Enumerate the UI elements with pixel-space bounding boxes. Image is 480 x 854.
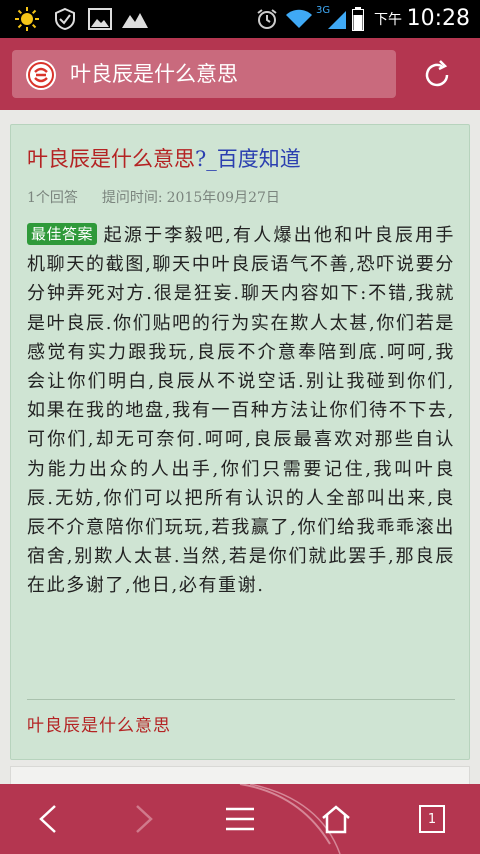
result-title[interactable]: 叶良辰是什么意思?_百度知道 — [27, 145, 301, 173]
result-card[interactable]: 叶良辰是什么意思?_百度知道 1个回答 提问时间: 2015年09月27日 最佳答案… — [10, 124, 470, 760]
tab-count: 1 — [419, 805, 445, 833]
shield-check-icon — [50, 0, 80, 38]
time-period: 下午 — [374, 12, 402, 28]
result-meta: 1个回答 提问时间: 2015年09月27日 — [27, 187, 280, 207]
tabs-icon[interactable]: 1 — [410, 784, 454, 854]
battery-icon — [350, 0, 366, 38]
signal-icon — [326, 0, 348, 38]
result-title-main: 叶良辰是什么意思 — [27, 147, 195, 171]
related-link[interactable]: 叶良辰是什么意思 — [27, 711, 171, 736]
answer-body: 最佳答案 起源于李毅吧,有人爆出他和叶良辰用手机聊天的截图,聊天中叶良辰语气不善,… — [27, 221, 455, 601]
forward-icon[interactable] — [122, 784, 166, 854]
status-bar: 3G 下午 10:28 — [0, 0, 480, 38]
refresh-icon[interactable] — [420, 58, 454, 92]
address-text: 叶良辰是什么意思 — [70, 62, 238, 86]
brightness-icon — [12, 0, 42, 38]
back-icon[interactable] — [26, 784, 70, 854]
home-icon[interactable] — [314, 784, 358, 854]
clock: 10:28 — [406, 6, 470, 31]
divider — [27, 699, 455, 700]
ask-time-label: 提问时间: — [101, 190, 163, 206]
browser-header: 叶良辰是什么意思 — [0, 38, 480, 110]
app-logo-icon — [26, 60, 56, 90]
answer-text: 起源于李毅吧,有人爆出他和叶良辰用手机聊天的截图,聊天中叶良辰语气不善,恐吓说要… — [27, 225, 455, 597]
menu-icon[interactable] — [218, 784, 262, 854]
wifi-icon — [284, 0, 314, 38]
answer-count: 1个回答 — [27, 190, 78, 206]
best-answer-badge: 最佳答案 — [27, 223, 98, 245]
alarm-icon — [254, 0, 280, 38]
bottom-toolbar: 1 — [0, 784, 480, 854]
mountain-icon — [120, 0, 150, 38]
image-icon — [86, 0, 114, 38]
address-bar[interactable]: 叶良辰是什么意思 — [12, 50, 396, 98]
result-title-source: ?_百度知道 — [195, 147, 301, 171]
ask-time-value: 2015年09月27日 — [166, 190, 280, 206]
